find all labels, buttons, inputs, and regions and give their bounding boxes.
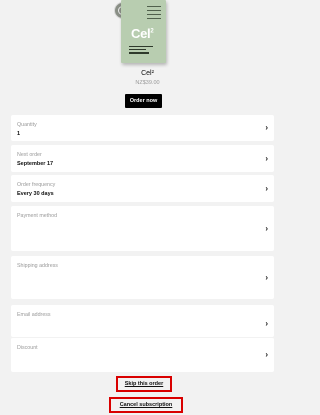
chevron-right-icon: › [265,183,268,193]
payment-method-row[interactable]: Payment method › [11,206,274,251]
skip-order-highlight: Skip this order [116,376,172,392]
quantity-value: 1 [17,131,21,137]
discount-row[interactable]: Discount › [11,337,274,372]
chevron-right-icon: › [265,223,268,233]
next-order-row[interactable]: Next order September 17 › [11,145,274,172]
product-name: Cel² [141,70,154,77]
box-text-lines [129,46,153,56]
product-image: Cel2 [121,0,166,63]
discount-label: Discount [17,345,38,351]
quantity-label: Quantity [17,122,37,128]
chevron-right-icon: › [265,153,268,163]
shipping-address-label: Shipping address [17,263,58,269]
chevron-right-icon: › [265,123,268,132]
payment-method-label: Payment method [17,213,58,219]
quantity-row[interactable]: Quantity 1 › [11,115,274,141]
order-frequency-label: Order frequency [17,182,56,188]
order-frequency-value: Every 30 days [17,191,54,197]
box-brand-text: Cel2 [131,26,154,41]
chevron-right-icon: › [265,319,268,328]
chevron-right-icon: › [265,350,268,359]
cancel-subscription-highlight: Cancel subscription [109,397,183,413]
order-frequency-row[interactable]: Order frequency Every 30 days › [11,175,274,202]
chevron-right-icon: › [265,272,268,282]
order-now-button[interactable]: Order now [125,94,162,108]
email-address-label: Email address [17,312,51,318]
next-order-label: Next order [17,152,42,158]
skip-order-link[interactable]: Skip this order [125,381,164,387]
next-order-value: September 17 [17,161,54,167]
cancel-subscription-link[interactable]: Cancel subscription [120,402,173,408]
product-price: NZ$39.00 [135,80,160,86]
shipping-address-row[interactable]: Shipping address › [11,256,274,299]
box-decoration [147,6,161,22]
email-address-row[interactable]: Email address › [11,305,274,337]
